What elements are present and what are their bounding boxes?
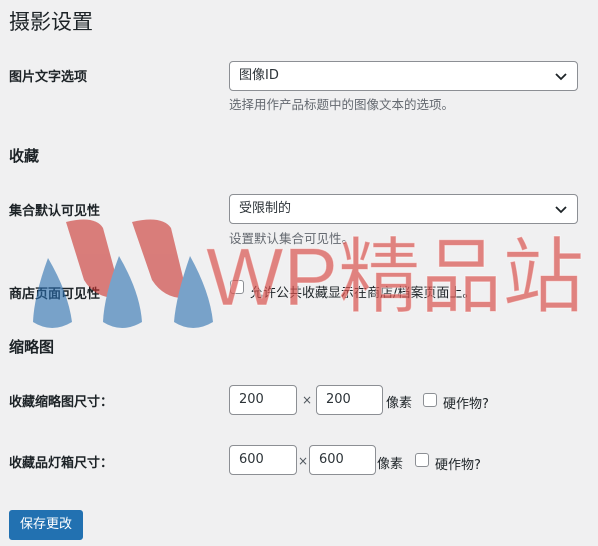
lightbox-unit: 像素 [377,457,404,472]
chevron-down-icon [555,206,567,214]
save-changes-button[interactable]: 保存更改 [9,510,83,540]
collections-heading: 收藏 [9,147,40,165]
collection-visibility-description: 设置默认集合可见性。 [229,231,355,246]
thumbnail-width-input[interactable]: 200 [229,385,297,415]
watermark-red-shape [132,219,188,299]
collection-visibility-select[interactable]: 受限制的 [229,194,578,224]
collection-visibility-label: 集合默认可见性 [9,204,101,219]
watermark-blue-shape [174,256,213,328]
thumbnail-size-label: 收藏缩略图尺寸： [9,395,114,410]
watermark-blue-shape [103,256,142,328]
thumbnail-hard-crop-label: 硬作物? [443,397,489,412]
lightbox-size-label: 收藏品灯箱尺寸： [9,456,114,471]
thumbnail-unit: 像素 [386,396,413,411]
lightbox-height-input[interactable]: 600 [309,445,376,475]
thumbnail-height-input[interactable]: 200 [316,385,383,415]
thumbnail-hard-crop-checkbox[interactable] [423,393,437,407]
image-text-select[interactable]: 图像ID [229,61,578,91]
lightbox-hard-crop-label: 硬作物? [435,458,481,473]
image-text-description: 选择用作产品标题中的图像文本的选项。 [229,97,455,112]
lightbox-width-input[interactable]: 600 [229,445,297,475]
page-title: 摄影设置 [9,10,93,34]
shop-visibility-label: 商店页面可见性 [9,287,101,302]
thumbnails-heading: 缩略图 [9,338,55,356]
shop-visibility-checkbox-label: 允许公共收藏显示在商店/档案页面上。 [250,286,476,301]
collection-visibility-selected-value: 受限制的 [239,201,292,216]
image-text-selected-value: 图像ID [239,68,279,83]
shop-visibility-checkbox[interactable] [230,280,244,294]
times-sign: × [298,454,309,468]
image-text-label: 图片文字选项 [9,70,88,85]
times-sign: × [302,393,313,407]
lightbox-hard-crop-checkbox[interactable] [415,453,429,467]
chevron-down-icon [555,73,567,81]
